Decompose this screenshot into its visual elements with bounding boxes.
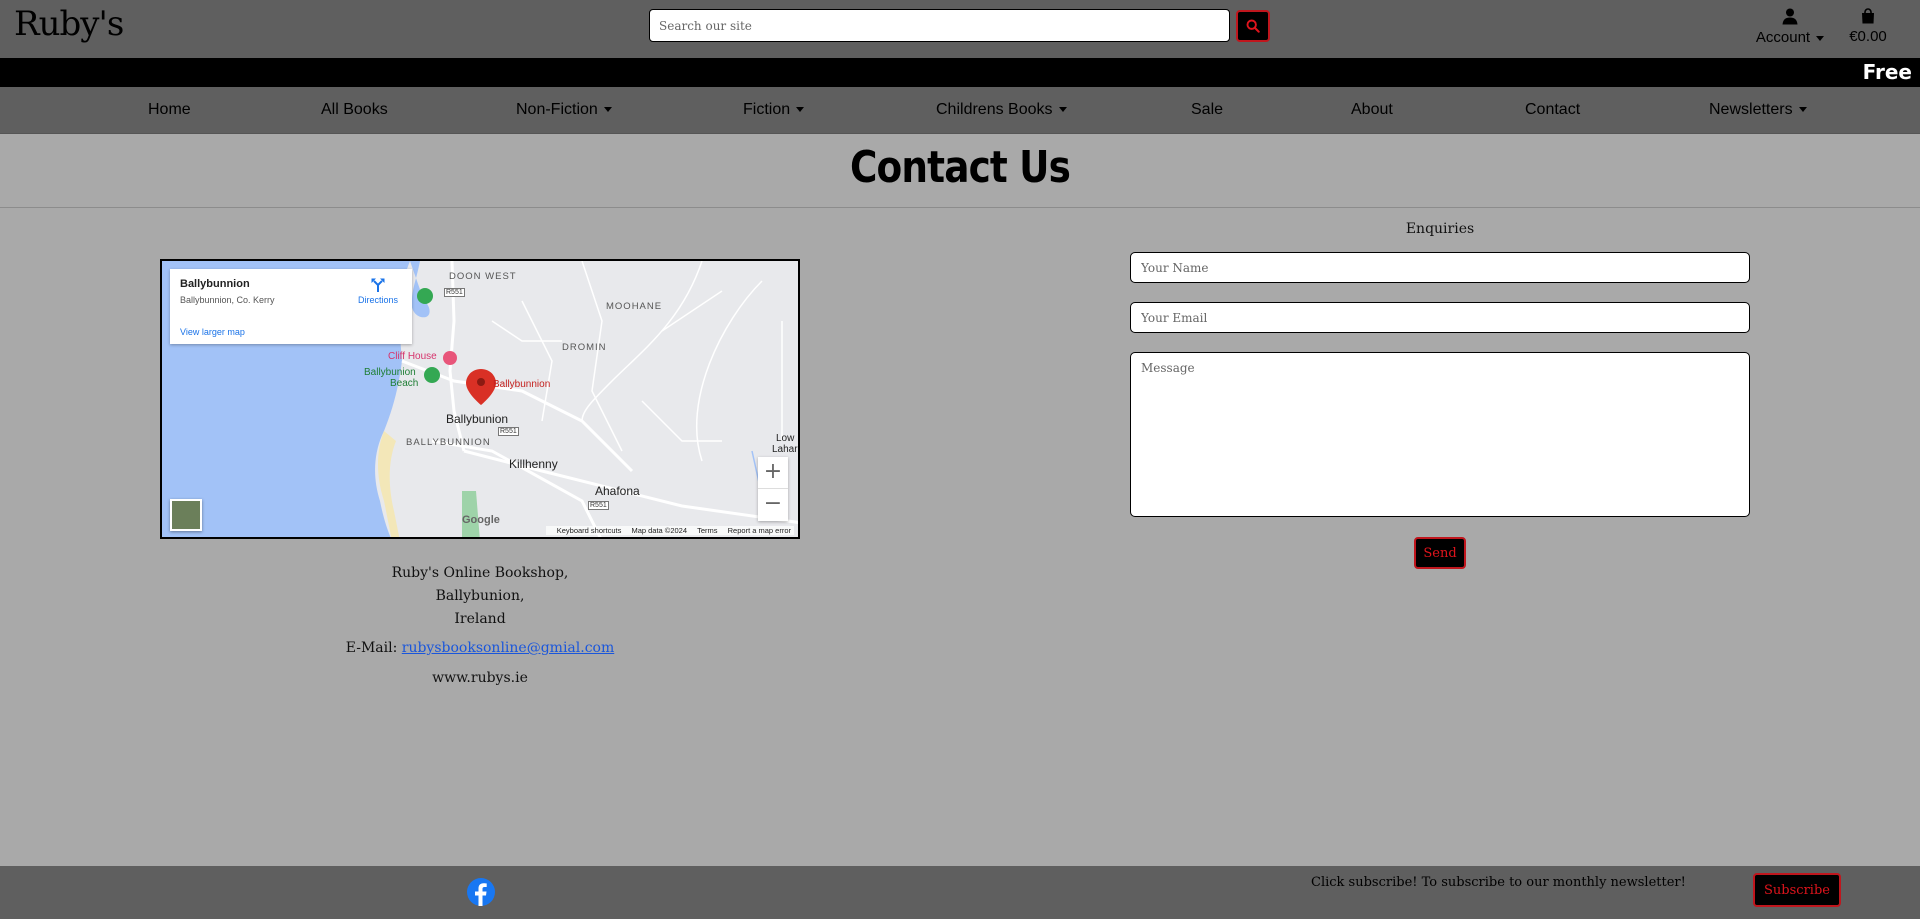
report-error-link[interactable]: Report a map error xyxy=(728,526,791,535)
account-label: Account xyxy=(1755,29,1811,46)
account-menu[interactable]: Account xyxy=(1754,8,1826,46)
nav-item-all-books[interactable]: All Books xyxy=(321,101,388,119)
search-button[interactable] xyxy=(1236,10,1270,42)
keyboard-shortcuts-link[interactable]: Keyboard shortcuts xyxy=(557,526,622,535)
email-row: E-Mail: rubysbooksonline@gmial.com xyxy=(160,637,800,660)
google-logo: Google xyxy=(462,514,500,526)
zoom-control: + − xyxy=(758,457,788,521)
nav-label: All Books xyxy=(321,101,388,118)
email-label: E-Mail: xyxy=(345,640,402,656)
promo-banner: Free xyxy=(0,58,1920,87)
map-footer: Keyboard shortcuts Map data ©2024 Terms … xyxy=(545,526,794,535)
page-title: Contact Us xyxy=(849,142,1071,193)
nav-label: Sale xyxy=(1191,101,1224,118)
address-line: Ireland xyxy=(454,611,506,627)
nav-item-contact[interactable]: Contact xyxy=(1525,101,1580,119)
map-label: Ballybunion xyxy=(446,412,509,426)
nav-label: Fiction xyxy=(743,101,791,118)
nav-item-fiction[interactable]: Fiction xyxy=(743,101,805,119)
nav-label: Non-Fiction xyxy=(516,101,598,118)
nav-label: Childrens Books xyxy=(936,101,1053,118)
terms-link[interactable]: Terms xyxy=(697,526,717,535)
map-label: Beach xyxy=(390,378,419,389)
map-label: Cliff House xyxy=(388,351,437,362)
nav-item-home[interactable]: Home xyxy=(148,101,191,119)
email-field[interactable] xyxy=(1130,302,1750,333)
satellite-toggle[interactable] xyxy=(170,499,202,531)
place-address: Ballybunnion, Co. Kerry xyxy=(180,295,275,305)
enquiries-title: Enquiries xyxy=(1405,221,1475,237)
embedded-map[interactable]: DOON WEST MOOHANE DROMIN Cliff House Bal… xyxy=(160,259,800,539)
facebook-icon[interactable] xyxy=(467,878,495,906)
promo-text: Free xyxy=(1862,60,1912,84)
road-shield: R551 xyxy=(444,288,465,297)
nav-label: Home xyxy=(148,101,191,118)
search-bar xyxy=(649,9,1230,42)
directions-button[interactable]: Directions xyxy=(350,277,406,305)
zoom-in-button[interactable]: + xyxy=(758,457,788,489)
map-label: Low xyxy=(776,433,795,444)
map-label: Lahard xyxy=(772,444,798,455)
map-label: Ballybunnion xyxy=(493,379,551,390)
directions-label: Directions xyxy=(357,295,398,305)
map-data-text: Map data ©2024 xyxy=(631,526,688,535)
nav-item-newsletters[interactable]: Newsletters xyxy=(1709,101,1807,119)
map-label: Ahafona xyxy=(595,484,640,498)
chevron-down-icon xyxy=(1816,35,1825,41)
directions-icon xyxy=(371,278,385,292)
cart-button[interactable]: €0.00 xyxy=(1846,8,1890,45)
shopping-bag-icon xyxy=(1862,8,1874,24)
view-larger-map-link[interactable]: View larger map xyxy=(180,327,245,337)
chevron-down-icon xyxy=(1058,107,1067,113)
search-input[interactable] xyxy=(649,9,1230,42)
address-line: Ballybunion, xyxy=(435,588,525,604)
site-logo[interactable]: Ruby's xyxy=(14,4,124,44)
nav-label: Newsletters xyxy=(1709,101,1793,118)
subscribe-text: Click subscribe! To subscribe to our mon… xyxy=(1311,875,1686,890)
nav-label: Contact xyxy=(1525,101,1581,118)
nav-label: About xyxy=(1351,101,1393,118)
zoom-out-button[interactable]: − xyxy=(758,489,788,521)
map-label: DOON WEST xyxy=(449,271,517,282)
nav-item-about[interactable]: About xyxy=(1351,101,1393,119)
map-label: MOOHANE xyxy=(606,301,663,312)
send-button[interactable]: Send xyxy=(1414,537,1466,569)
map-label: Ballybunion xyxy=(364,367,416,378)
nav-item-non-fiction[interactable]: Non-Fiction xyxy=(516,101,612,119)
email-link[interactable]: rubysbooksonline@gmial.com xyxy=(402,640,615,656)
website-text: www.rubys.ie xyxy=(432,670,528,686)
main-nav: Home All Books Non-Fiction Fiction Child… xyxy=(0,87,1920,134)
name-field[interactable] xyxy=(1130,252,1750,283)
map-label: BALLYBUNNION xyxy=(406,437,491,448)
cart-total: €0.00 xyxy=(1849,28,1887,45)
chevron-down-icon xyxy=(1798,107,1807,113)
chevron-down-icon xyxy=(796,107,805,113)
contact-info: Ruby's Online Bookshop, Ballybunion, Ire… xyxy=(160,562,800,690)
map-label: DROMIN xyxy=(562,342,607,353)
user-icon xyxy=(1782,8,1798,25)
top-header: Ruby's Account €0.00 xyxy=(0,0,1920,58)
footer: Click subscribe! To subscribe to our mon… xyxy=(0,866,1920,919)
subscribe-button[interactable]: Subscribe xyxy=(1753,873,1841,907)
road-shield: R551 xyxy=(588,501,609,510)
title-band: Contact Us xyxy=(0,134,1920,208)
map-label: Killhenny xyxy=(509,457,558,471)
nav-item-sale[interactable]: Sale xyxy=(1191,101,1223,119)
message-field[interactable] xyxy=(1130,352,1750,517)
nav-item-childrens-books[interactable]: Childrens Books xyxy=(936,101,1067,119)
place-name: Ballybunnion xyxy=(180,278,250,290)
address-line: Ruby's Online Bookshop, xyxy=(391,565,569,581)
place-card: Ballybunnion Ballybunnion, Co. Kerry Vie… xyxy=(170,269,412,344)
chevron-down-icon xyxy=(603,107,612,113)
road-shield: R551 xyxy=(498,427,519,436)
magnifier-icon xyxy=(1246,19,1260,33)
